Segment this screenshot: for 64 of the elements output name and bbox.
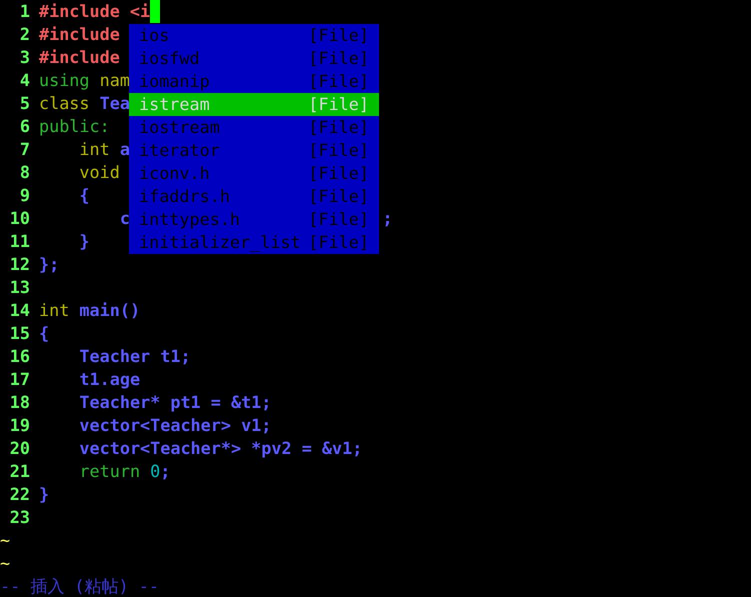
completion-item[interactable]: iterator [File] bbox=[129, 139, 379, 162]
code-text: 0 bbox=[150, 460, 160, 483]
completion-item[interactable]: istream [File] bbox=[129, 93, 379, 116]
code-text: } bbox=[79, 230, 90, 253]
line-number: 2 bbox=[20, 23, 30, 46]
code-text: Tea bbox=[100, 92, 130, 115]
completion-item[interactable]: iostream [File] bbox=[129, 116, 379, 139]
code-text: vector<Teacher> v1; bbox=[79, 414, 272, 437]
code-text: class bbox=[39, 92, 90, 115]
completion-item[interactable]: iosfwd [File] bbox=[129, 47, 379, 70]
line-number: 19 bbox=[10, 414, 30, 437]
code-text: using bbox=[39, 69, 90, 92]
line-number: 16 bbox=[10, 345, 30, 368]
code-text: t1.age bbox=[79, 368, 140, 391]
code-text: #include bbox=[39, 46, 120, 69]
completion-item[interactable]: inttypes.h [File] bbox=[129, 208, 379, 231]
completion-item[interactable]: ifaddrs.h [File] bbox=[129, 185, 379, 208]
code-text: return bbox=[79, 460, 140, 483]
line-number: 4 bbox=[20, 69, 30, 92]
code-text: Teacher* pt1 = &t1; bbox=[79, 391, 272, 414]
code-text: void bbox=[79, 161, 120, 184]
line-number: 11 bbox=[10, 230, 30, 253]
line-number: 15 bbox=[10, 322, 30, 345]
code-text: { bbox=[79, 184, 90, 207]
line-number: 17 bbox=[10, 368, 30, 391]
line-number: 7 bbox=[20, 138, 30, 161]
line-number: 12 bbox=[10, 253, 30, 276]
code-text: Teacher t1; bbox=[79, 345, 191, 368]
line-number: 22 bbox=[10, 483, 30, 506]
line-number: 1 bbox=[20, 0, 30, 23]
line-number: 3 bbox=[20, 46, 30, 69]
line-number: 8 bbox=[20, 161, 30, 184]
code-text: #include bbox=[39, 23, 120, 46]
code-text: ; bbox=[160, 460, 170, 483]
empty-line-marker: ~ bbox=[0, 552, 10, 575]
line-number: 10 bbox=[10, 207, 30, 230]
completion-item[interactable]: initializer_list [File] bbox=[129, 231, 379, 254]
code-text: }; bbox=[39, 253, 60, 276]
mode-indicator: -- 插入 (粘帖) -- bbox=[0, 575, 159, 597]
code-text: int bbox=[39, 299, 70, 322]
empty-line-marker: ~ bbox=[0, 529, 10, 552]
line-number: 21 bbox=[10, 460, 30, 483]
line-number: 13 bbox=[10, 276, 30, 299]
code-text: vector<Teacher*> *pv2 = &v1; bbox=[79, 437, 362, 460]
line-number: 18 bbox=[10, 391, 30, 414]
completion-item[interactable]: iconv.h [File] bbox=[129, 162, 379, 185]
code-text: public: bbox=[39, 115, 110, 138]
line-number: 14 bbox=[10, 299, 30, 322]
code-text: ; bbox=[382, 207, 393, 230]
completion-item[interactable]: iomanip [File] bbox=[129, 70, 379, 93]
code-text: #include <i bbox=[39, 0, 150, 23]
code-text: { bbox=[39, 322, 50, 345]
line-number: 6 bbox=[20, 115, 30, 138]
line-number: 9 bbox=[20, 184, 30, 207]
code-text: c bbox=[120, 207, 130, 230]
code-text: nam bbox=[100, 69, 130, 92]
code-text: int bbox=[79, 138, 110, 161]
code-text: a bbox=[120, 138, 130, 161]
line-number: 5 bbox=[20, 92, 30, 115]
completion-item[interactable]: ios [File] bbox=[129, 24, 379, 47]
code-text: } bbox=[39, 483, 50, 506]
code-text: main() bbox=[79, 299, 140, 322]
line-number: 20 bbox=[10, 437, 30, 460]
line-number: 23 bbox=[10, 506, 30, 529]
